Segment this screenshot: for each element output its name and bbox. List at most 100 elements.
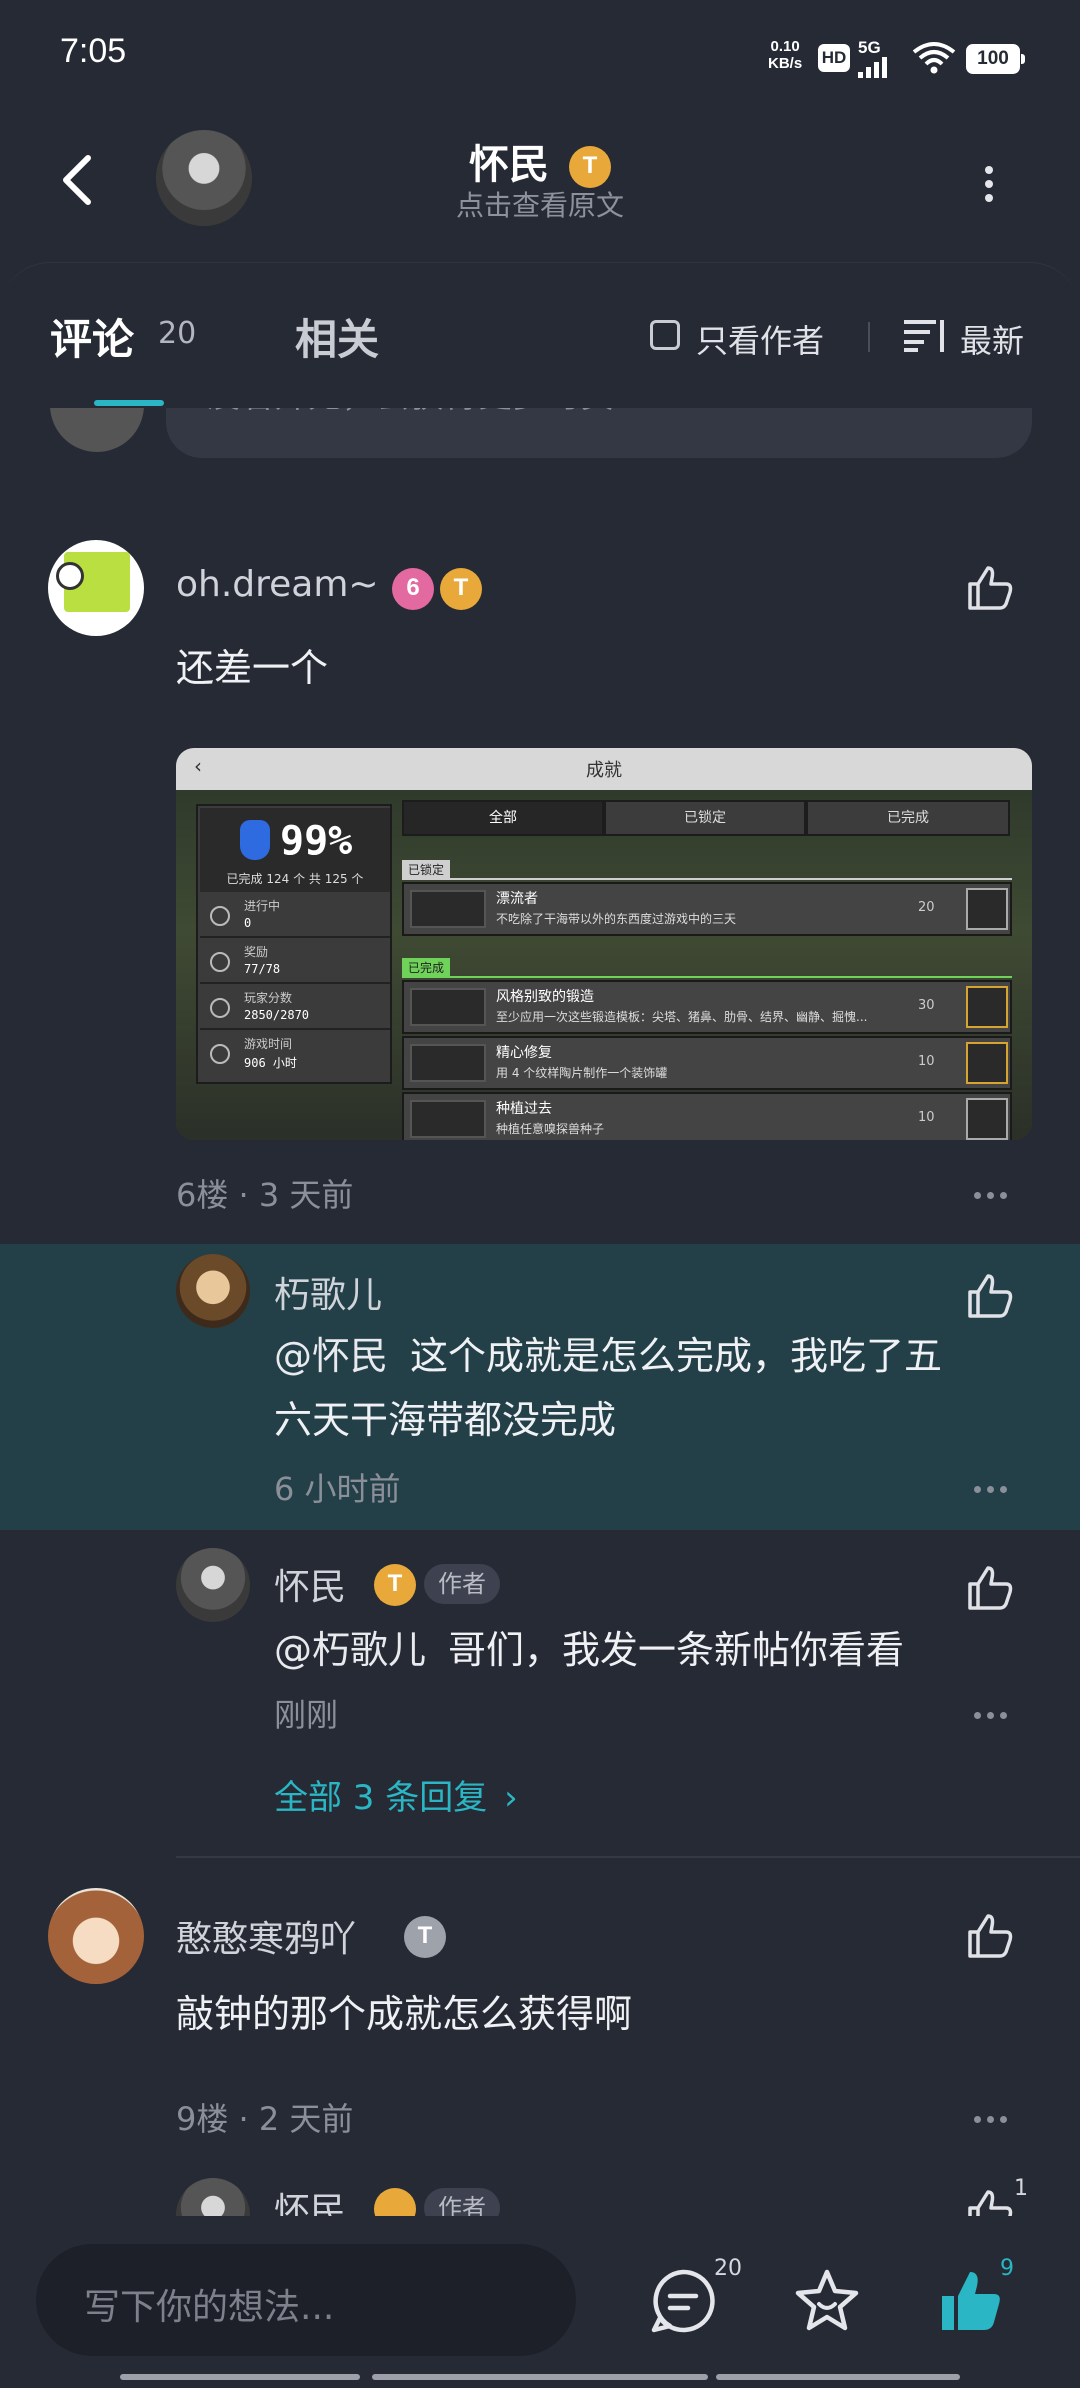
comment-tabs: 评论 20 相关 只看作者 最新 [0,268,1080,408]
level-badge: T [404,1916,446,1958]
image-achievement-row: 风格别致的锻造至少应用一次这些锻造模板：尖塔、猪鼻、肋骨、结界、幽静、掘愧...… [402,980,1012,1034]
all-replies-label: 全部 3 条回复 [274,1778,488,1818]
image-tab: 已完成 [806,800,1010,836]
all-replies-link[interactable]: 全部 3 条回复 › [274,1770,518,1819]
chevron-right-icon: › [504,1778,518,1818]
image-group-line [402,976,1012,978]
image-stat-label: 进行中 [244,899,281,913]
image-row-title: 种植过去 [496,1101,552,1117]
commenter-avatar[interactable] [48,1888,144,1984]
sort-icon[interactable] [902,318,946,354]
image-row-points: 30 [918,998,935,1013]
net-speed-value: 0.10 [770,38,800,55]
author-avatar[interactable] [156,130,252,226]
image-row-desc: 种植任意嗅探兽种子 [496,1122,605,1136]
comment-separator [176,1856,1080,1858]
post-author-title[interactable]: 怀民 T [340,132,740,190]
reply-text: @朽歌儿 哥们，我发一条新帖你看看 [274,1618,904,1682]
comment-input[interactable]: 写下你的想法... [36,2244,576,2356]
favorite-icon[interactable] [792,2266,862,2336]
signal-5g-icon: 5G [858,38,887,78]
more-icon[interactable] [974,1712,1014,1722]
status-time: 7:05 [60,32,127,70]
image-row-desc: 用 4 个纹样陶片制作一个装饰罐 [496,1066,668,1080]
level-badge: T [568,146,611,188]
image-row-desc: 至少应用一次这些锻造模板：尖塔、猪鼻、肋骨、结界、幽静、掘愧... [496,1010,868,1024]
image-stat-label: 游戏时间 [244,1037,293,1051]
image-title: 成就 [586,760,622,781]
image-stat-value: 906 小时 [244,1056,297,1070]
like-icon[interactable] [964,2186,1016,2216]
gesture-bar [372,2374,708,2380]
image-achievement-row: 漂流者 不吃除了干海带以外的东西度过游戏中的三天 20 [402,882,1012,936]
like-icon[interactable] [964,1562,1016,1614]
image-stat-value: 77/78 [244,962,281,976]
like-icon[interactable] [964,562,1016,614]
replier-name[interactable]: 怀民 [274,1558,346,1610]
wifi-icon [912,40,956,74]
commenter-avatar[interactable] [48,540,144,636]
more-options-icon[interactable] [976,160,1002,210]
signal-label: 5G [858,38,881,57]
tab-related[interactable]: 相关 [295,306,379,367]
image-percent-value: 99% [280,818,353,864]
sort-label[interactable]: 最新 [960,316,1024,362]
hd-badge: HD [818,44,850,72]
image-stat: 奖励 77/78 [200,940,390,984]
author-name: 怀民 [469,142,550,188]
level-badge [374,2188,416,2216]
comment-icon[interactable] [648,2266,718,2336]
comment-count: 20 [714,2256,742,2281]
replier-avatar[interactable] [176,1254,250,1328]
image-group-locked: 已锁定 [402,860,451,880]
image-header: ‹ 成就 [176,748,1032,790]
reply-text-body: 哥们，我发一条新帖你看看 [448,1628,905,1672]
image-row-title: 风格别致的锻造 [496,989,594,1005]
post-header: 怀民 T 点击查看原文 [0,110,1080,260]
like-icon[interactable] [964,1270,1016,1322]
tab-divider [868,322,870,352]
reply-mention[interactable]: @朽歌儿 [274,1628,426,1672]
author-tag: 作者 [424,2188,500,2216]
commenter-name[interactable]: 憨憨寒鸦吖 [176,1910,356,1962]
commenter-name[interactable]: oh.dream~ [176,564,379,605]
replier-avatar[interactable] [176,1548,250,1622]
image-stat-label: 奖励 [244,945,269,959]
comment-text: 敲钟的那个成就怎么获得啊 [176,1992,633,2036]
image-row-title: 漂流者 [496,891,538,907]
like-count: 9 [1000,2256,1014,2281]
back-button[interactable] [58,150,98,210]
comment-input-placeholder: 写下你的想法... [84,2287,335,2328]
tab-comments-count: 20 [158,316,197,351]
like-filled-icon[interactable] [936,2266,1006,2336]
reply-text-line2: 六天干海带都没完成 [274,1398,617,1442]
replier-name[interactable]: 朽歌儿 [274,1266,382,1318]
only-author-checkbox[interactable] [650,320,680,350]
bottom-bar: 写下你的想法... 20 9 [0,2216,1080,2388]
view-original-link[interactable]: 点击查看原文 [340,184,740,224]
tab-comments[interactable]: 评论 [50,306,134,367]
replier-name[interactable]: 怀民 [274,2182,346,2216]
image-group-line [402,878,1012,880]
image-row-points: 20 [918,900,935,915]
author-tag: 作者 [424,1564,500,1604]
comment-text: 还差一个 [176,646,329,690]
more-icon[interactable] [974,1486,1014,1496]
image-row-title: 精心修复 [496,1045,552,1061]
reply-text: @怀民 这个成就是怎么完成，我吃了五 六天干海带都没完成 [274,1324,1014,1452]
reply-time: 刚刚 [274,1696,339,1734]
net-speed-unit: KB/s [768,55,803,72]
image-stat: 游戏时间 906 小时 [200,1032,390,1076]
like-icon[interactable] [964,1910,1016,1962]
battery-icon: 100 [966,44,1025,74]
more-icon[interactable] [974,1192,1014,1202]
only-author-label[interactable]: 只看作者 [696,316,824,362]
comment-image-achievements[interactable]: ‹ 成就 99% 已完成 124 个 共 125 个 进行中 0 奖励 77/78 … [176,748,1032,1140]
more-icon[interactable] [974,2116,1014,2126]
lock-icon [966,888,1008,930]
image-percent: 99% 已完成 124 个 共 125 个 [200,808,390,892]
image-group-done: 已完成 [402,958,451,978]
reply-mention[interactable]: @怀民 [274,1334,388,1378]
potion-icon [240,820,270,860]
replier-avatar[interactable] [176,2178,250,2216]
